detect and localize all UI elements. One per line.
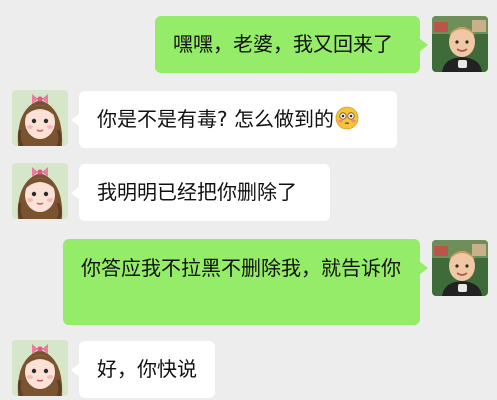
my-avatar[interactable]	[432, 16, 488, 72]
message-text: 我明明已经把你删除了	[97, 180, 297, 204]
my-message-bubble[interactable]: 嘿嘿，老婆，我又回来了	[155, 16, 428, 73]
message-text: 你答应我不拉黑不删除我，就告诉你	[81, 256, 401, 280]
contact-avatar[interactable]	[12, 90, 68, 146]
message-text: 你是不是有毒? 怎么做到的	[97, 107, 334, 131]
girl-avatar-icon	[12, 340, 68, 396]
contact-avatar[interactable]	[12, 163, 68, 219]
girl-avatar-icon	[12, 163, 68, 219]
their-message-bubble[interactable]: 好，你快说	[71, 341, 215, 398]
chat-window: 嘿嘿，老婆，我又回来了 你是不是有毒? 怎么做到的 我明明已经把你删除了 你答应…	[0, 0, 497, 400]
message-text: 嘿嘿，老婆，我又回来了	[173, 32, 393, 56]
their-message-bubble[interactable]: 我明明已经把你删除了	[71, 164, 330, 221]
their-message-bubble[interactable]: 你是不是有毒? 怎么做到的	[71, 91, 397, 148]
boy-avatar-icon	[432, 16, 488, 72]
girl-avatar-icon	[12, 90, 68, 146]
message-text: 好，你快说	[97, 357, 197, 381]
flushed-face-icon	[335, 106, 359, 130]
boy-avatar-icon	[432, 240, 488, 296]
contact-avatar[interactable]	[12, 340, 68, 396]
my-message-bubble[interactable]: 你答应我不拉黑不删除我，就告诉你	[63, 239, 428, 325]
my-avatar[interactable]	[432, 240, 488, 296]
